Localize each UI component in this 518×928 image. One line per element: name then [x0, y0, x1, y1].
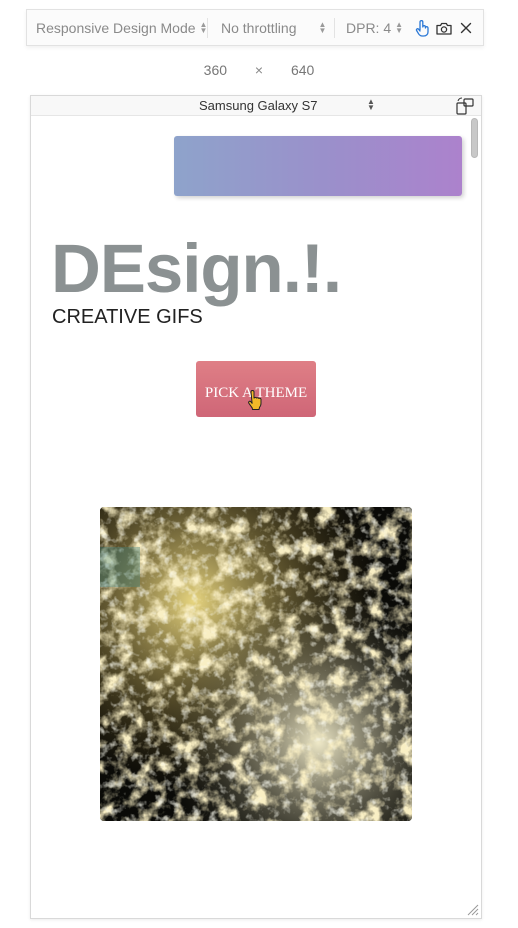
- camera-icon[interactable]: [435, 19, 453, 37]
- throttle-label: No throttling: [221, 19, 297, 36]
- rdm-toolbar: Responsive Design Mode ▲ ▼ No throttling …: [26, 9, 484, 46]
- select-arrows-icon: ▲ ▼: [318, 19, 327, 35]
- brand-title: DEsign.!.: [51, 230, 342, 307]
- size-separator: ×: [254, 62, 264, 78]
- touch-icon[interactable]: [413, 19, 431, 37]
- device-viewport: DEsign.!. CREATIVE GIFS PICK A THEME: [31, 116, 481, 918]
- brand-subtitle: CREATIVE GIFS: [52, 306, 203, 328]
- header-banner: [174, 136, 462, 196]
- mode-label: Responsive Design Mode: [36, 19, 196, 36]
- select-arrows-icon[interactable]: ▲ ▼: [367, 98, 375, 112]
- viewport-width[interactable]: 360: [204, 62, 227, 78]
- viewport-height[interactable]: 640: [291, 62, 314, 78]
- device-header: Samsung Galaxy S7 ▲ ▼: [31, 96, 481, 116]
- device-selector[interactable]: Samsung Galaxy S7: [199, 98, 318, 113]
- toolbar-divider: [207, 18, 208, 38]
- close-icon[interactable]: [457, 19, 475, 37]
- hand-cursor-icon: [248, 390, 262, 410]
- viewport-size-readout: 360 × 640: [0, 62, 518, 78]
- pick-theme-button[interactable]: PICK A THEME: [196, 361, 316, 417]
- dpr-selector[interactable]: DPR: 4 ▲ ▼: [346, 10, 403, 45]
- resize-grip-icon[interactable]: [465, 902, 479, 916]
- toolbar-divider: [334, 18, 335, 38]
- rotate-device-icon[interactable]: [455, 97, 475, 115]
- select-arrows-icon: ▲ ▼: [395, 19, 404, 35]
- device-frame: Samsung Galaxy S7 ▲ ▼ DEsign.!. CREATIVE …: [30, 95, 482, 919]
- fractal-gif-image: [100, 507, 412, 821]
- throttle-selector[interactable]: No throttling ▲ ▼: [221, 10, 326, 45]
- mode-selector[interactable]: Responsive Design Mode ▲ ▼: [36, 10, 207, 45]
- viewport-scrollbar[interactable]: [471, 118, 478, 158]
- dpr-label: DPR: 4: [346, 19, 392, 36]
